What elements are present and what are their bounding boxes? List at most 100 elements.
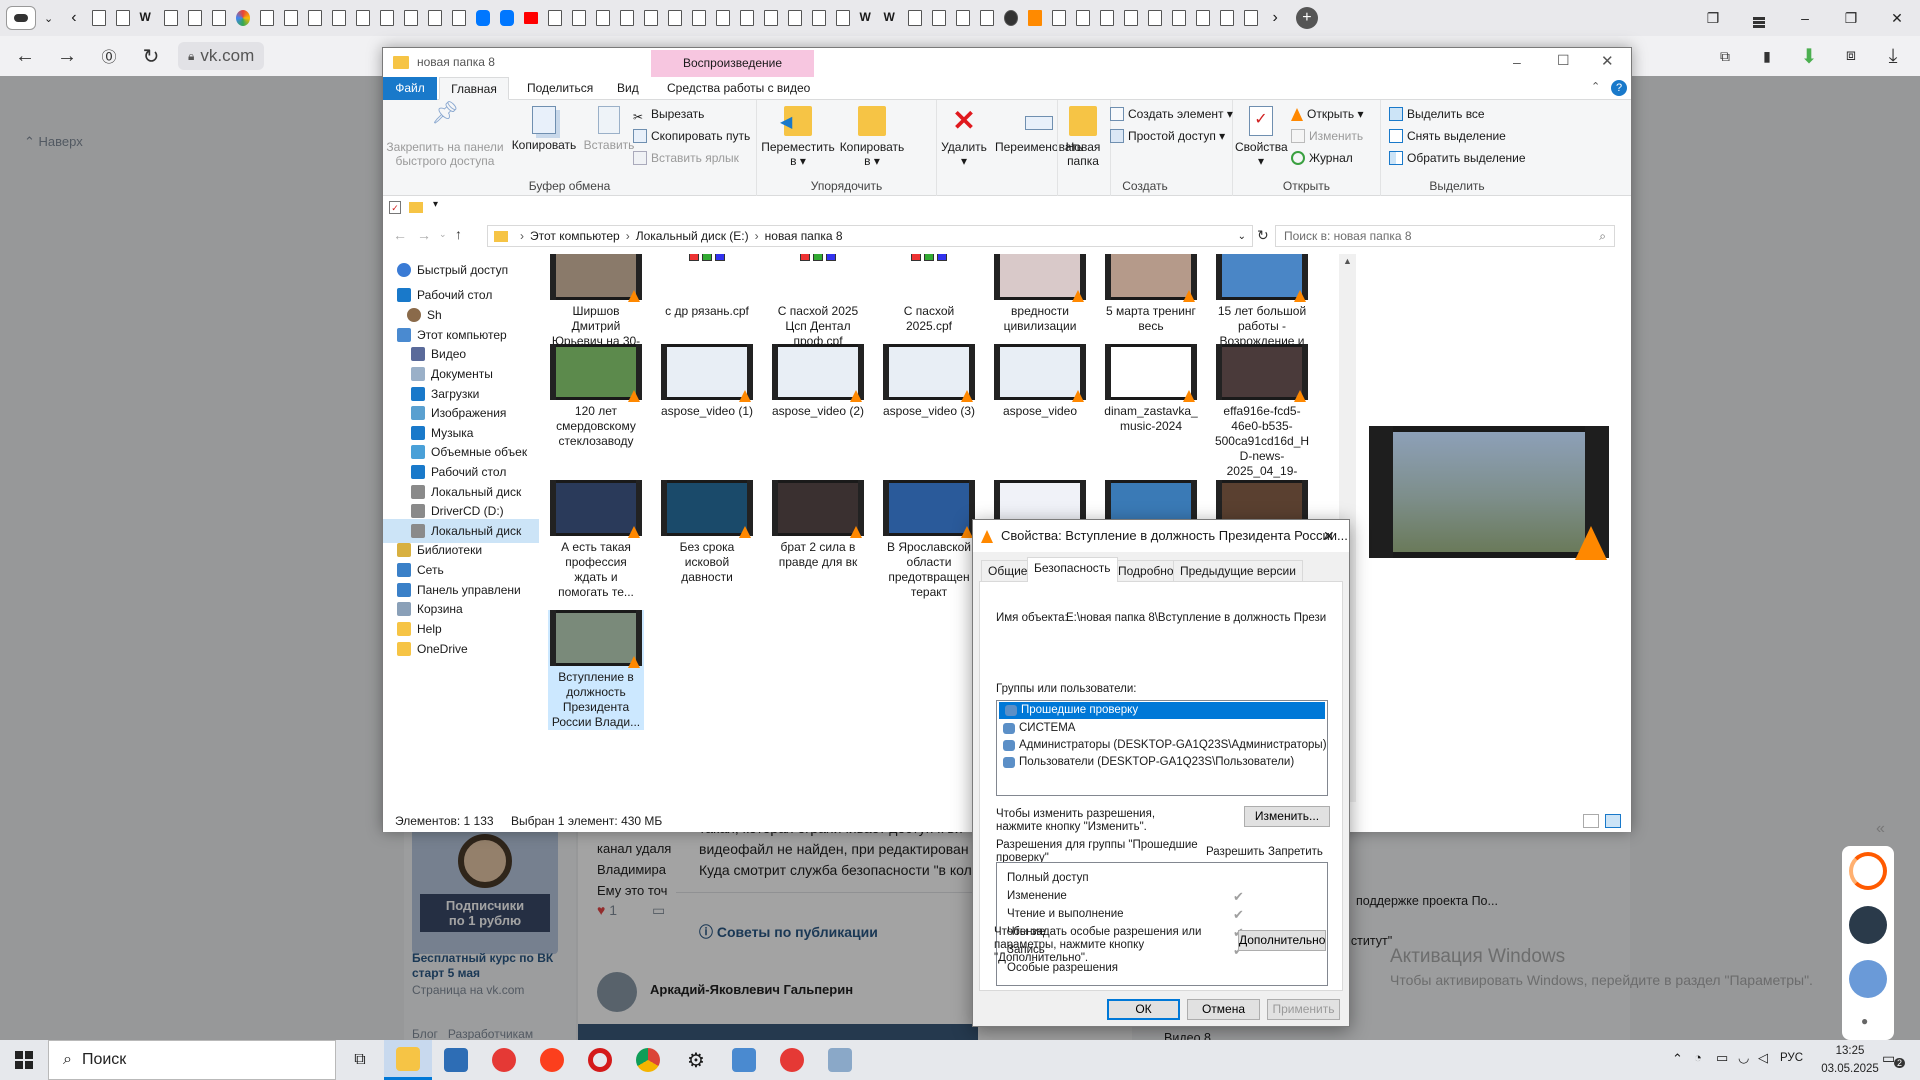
taskbar-search[interactable]: ⌕ Поиск	[48, 1040, 336, 1080]
tab-word-icon[interactable]: W	[860, 10, 874, 26]
tab-document-icon[interactable]	[1195, 10, 1210, 26]
file-item[interactable]: С пасхой 2025 Цсп Дентал проф.cpf	[770, 254, 866, 349]
file-item[interactable]: aspose_video	[992, 344, 1088, 419]
tab-document-icon[interactable]	[259, 10, 274, 26]
move-to-button[interactable]: ◀ Переместить в ▾	[759, 106, 837, 168]
browser-minimize-button[interactable]: –	[1782, 0, 1828, 36]
file-item[interactable]: В Ярославской области предотвращен терак…	[881, 480, 977, 600]
file-item[interactable]: aspose_video (1)	[659, 344, 755, 419]
file-item[interactable]: А есть такая профессия ждать и помогать …	[548, 480, 644, 600]
tab-document-icon[interactable]	[571, 10, 586, 26]
reload-button[interactable]: ↻	[134, 39, 168, 73]
tab-document-icon[interactable]	[763, 10, 778, 26]
large-icons-view-icon[interactable]	[1605, 814, 1621, 828]
tab-document-icon[interactable]	[1075, 10, 1090, 26]
tab-document-icon[interactable]	[1243, 10, 1258, 26]
tab-manager-icon[interactable]: ❐	[1690, 0, 1736, 36]
copy-button[interactable]: Копировать	[509, 106, 579, 152]
battery-tray-icon[interactable]: ▭	[1716, 1050, 1728, 1066]
copy-icon[interactable]: ⧉	[1708, 39, 1742, 73]
browser-close-button[interactable]: ✕	[1874, 0, 1920, 36]
tab-share[interactable]: Поделиться	[517, 77, 603, 100]
nav-forward-icon[interactable]: →	[417, 227, 431, 243]
taskbar-clock[interactable]: 13:25 03.05.2025	[1810, 1042, 1890, 1078]
tab-youtube-icon[interactable]	[523, 12, 538, 24]
tab-document-icon[interactable]	[979, 10, 994, 26]
tab-document-icon[interactable]	[187, 10, 202, 26]
tab-document-icon[interactable]	[955, 10, 970, 26]
file-item[interactable]: Без срока исковой давности	[659, 480, 755, 585]
properties-button[interactable]: ✓ Свойства ▾	[1235, 106, 1288, 168]
tab-security[interactable]: Безопасность	[1027, 557, 1118, 582]
tab-document-icon[interactable]	[595, 10, 610, 26]
bookmark-icon[interactable]: ▮	[1750, 39, 1784, 73]
change-permissions-button[interactable]: Изменить...	[1244, 806, 1330, 827]
tab-document-icon[interactable]	[355, 10, 370, 26]
browser-maximize-button[interactable]: ❐	[1828, 0, 1874, 36]
taskbar-settings[interactable]: ⚙	[672, 1040, 720, 1080]
pin-quick-access-button[interactable]: 📌︎ Закрепить на панели быстрого доступа	[385, 102, 505, 169]
explorer-maximize-button[interactable]: ☐	[1557, 52, 1570, 69]
taskbar-app-window[interactable]	[720, 1040, 768, 1080]
help-icon[interactable]: ?	[1611, 80, 1627, 96]
url-field[interactable]: 🔒︎ vk.com	[178, 42, 265, 70]
taskbar-opera[interactable]	[576, 1040, 624, 1080]
refresh-icon[interactable]: ↻	[1257, 227, 1269, 244]
chat-icon[interactable]: ●	[1861, 1014, 1868, 1028]
cut-button[interactable]: ✂ Вырезать	[633, 104, 704, 124]
taskbar-yandex-browser[interactable]	[480, 1040, 528, 1080]
tab-colorful-icon[interactable]	[235, 10, 250, 26]
tab-file[interactable]: Файл	[383, 77, 437, 100]
file-item[interactable]: aspose_video (3)	[881, 344, 977, 419]
language-indicator[interactable]: РУС	[1780, 1052, 1803, 1064]
tab-document-icon[interactable]	[283, 10, 298, 26]
nav-up-icon[interactable]: ↑	[455, 226, 462, 242]
copy-path-button[interactable]: Скопировать путь	[633, 126, 750, 146]
taskbar-chrome[interactable]	[624, 1040, 672, 1080]
new-folder-button[interactable]: Новая папка	[1060, 106, 1106, 168]
task-view-button[interactable]: ⧉	[336, 1040, 384, 1080]
tab-document-icon[interactable]	[1147, 10, 1162, 26]
taskbar-yandex-browser-2[interactable]	[768, 1040, 816, 1080]
crumb-this-pc[interactable]: Этот компьютер	[530, 229, 620, 243]
details-view-icon[interactable]	[1583, 814, 1599, 828]
tab-document-icon[interactable]	[91, 10, 106, 26]
tab-video-tools[interactable]: Средства работы с видео	[657, 77, 820, 100]
tab-document-icon[interactable]	[691, 10, 706, 26]
apply-button[interactable]: Применить	[1267, 999, 1340, 1020]
tabs-scroll-right-icon[interactable]: ›	[1273, 9, 1278, 27]
user-group-item[interactable]: Администраторы (DESKTOP-GA1Q23S\Админист…	[997, 737, 1327, 754]
crumb-dropdown-icon[interactable]: ⌄	[1238, 231, 1246, 242]
file-item[interactable]: 120 лет смердовскому стеклозаводу	[548, 344, 644, 449]
file-item[interactable]: брат 2 сила в правде для вк	[770, 480, 866, 570]
ok-button[interactable]: ОК	[1107, 999, 1180, 1020]
tab-document-icon[interactable]	[547, 10, 562, 26]
user-group-item[interactable]: Пользователи (DESKTOP-GA1Q23S\Пользовате…	[997, 754, 1327, 771]
contact-avatar-2[interactable]	[1849, 960, 1887, 998]
tab-document-icon[interactable]	[427, 10, 442, 26]
tab-details[interactable]: Подробно	[1111, 560, 1181, 581]
taskbar-app-2[interactable]	[816, 1040, 864, 1080]
tab-home[interactable]: Главная	[439, 77, 509, 100]
new-item-button[interactable]: Создать элемент ▾	[1110, 104, 1233, 124]
taskbar-explorer[interactable]	[384, 1040, 432, 1080]
tab-document-icon[interactable]	[907, 10, 922, 26]
tab-document-icon[interactable]	[163, 10, 178, 26]
back-button[interactable]: ←	[8, 39, 42, 73]
paste-shortcut-button[interactable]: Вставить ярлык	[633, 148, 739, 168]
tab-document-icon[interactable]	[211, 10, 226, 26]
tab-document-icon[interactable]	[331, 10, 346, 26]
select-none-button[interactable]: Снять выделение	[1389, 126, 1506, 146]
tab-word-icon[interactable]: W	[140, 10, 154, 26]
paste-button[interactable]: Вставить	[579, 106, 639, 152]
user-group-item[interactable]: Прошедшие проверку	[998, 701, 1326, 720]
tray-chevron-icon[interactable]: ⌃	[1672, 1051, 1683, 1067]
ribbon-collapse-icon[interactable]: ⌃	[1591, 80, 1600, 93]
new-tab-button[interactable]: +	[1295, 7, 1318, 29]
users-list[interactable]: Прошедшие проверку СИСТЕМА Администраторы …	[996, 700, 1328, 796]
download-arrow-icon[interactable]: ⬇	[1792, 39, 1826, 73]
history-button[interactable]: Журнал	[1291, 148, 1353, 168]
tabs-dropdown-icon[interactable]: ⌄	[44, 12, 53, 25]
tab-vk-icon[interactable]	[499, 10, 514, 26]
file-item[interactable]: effa916e-fcd5-46e0-b535-500ca91cd16d_HD-…	[1214, 344, 1310, 494]
